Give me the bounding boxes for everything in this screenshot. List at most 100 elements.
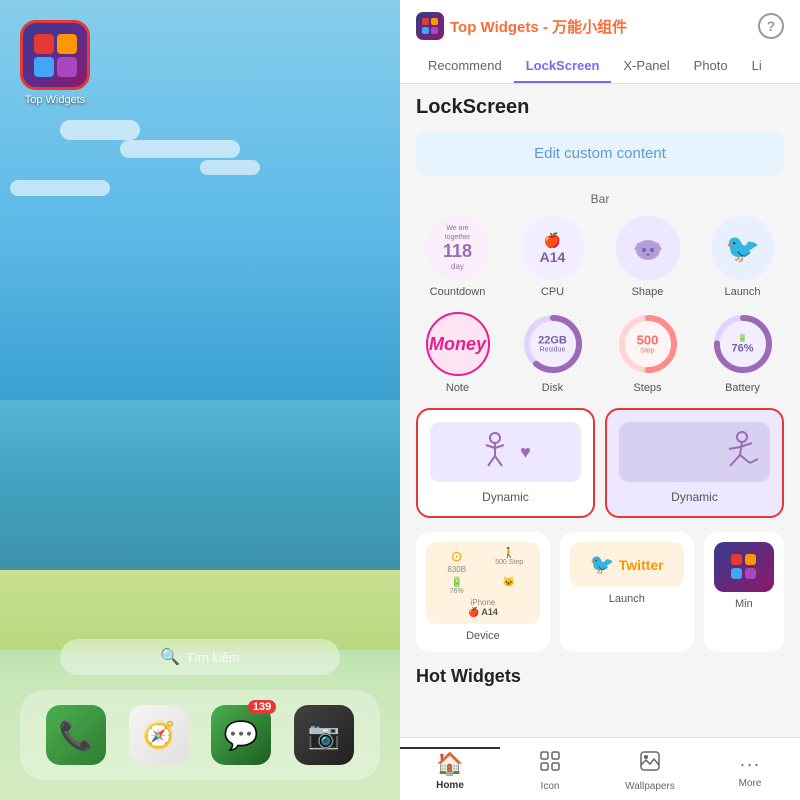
dynamic-label-1: Dynamic: [482, 490, 529, 504]
steps-label: Steps: [633, 382, 661, 394]
search-bar[interactable]: 🔍 Tìm kiếm: [60, 639, 340, 675]
launch-label: Launch: [724, 286, 760, 298]
dock-camera[interactable]: 📷: [294, 705, 354, 765]
widget-note[interactable]: Money Note: [416, 312, 499, 394]
bottom-nav-more[interactable]: ··· More: [700, 750, 800, 793]
app-icon[interactable]: [20, 20, 90, 90]
app-label: Top Widgets: [25, 94, 86, 106]
disk-text: 22GB Residue: [538, 334, 567, 353]
battery-small-icon: 🔋: [450, 577, 462, 588]
cpu-label: CPU: [541, 286, 564, 298]
disk-label: Disk: [542, 382, 563, 394]
widget-launch[interactable]: 🐦 Launch: [701, 216, 784, 298]
tab-recommend[interactable]: Recommend: [416, 50, 514, 83]
app-header: Top Widgets - 万能小组件 ? Recommend LockScre…: [400, 0, 800, 84]
dynamic-inner-1: ♥: [430, 422, 581, 482]
misc-device[interactable]: ⊙ 830B 🚶 500 Step 🔋 76% 🐱: [416, 532, 550, 652]
cloud: [10, 180, 110, 196]
widget-shape[interactable]: Shape: [606, 216, 689, 298]
messages-badge: 139: [248, 700, 276, 714]
misc-launch[interactable]: 🐦 Twitter Launch: [560, 532, 694, 652]
icon-shape-orange: [57, 34, 77, 54]
help-button[interactable]: ?: [758, 13, 784, 39]
shape-circle: [616, 216, 680, 280]
bar-label: Bar: [416, 192, 784, 206]
shape-label: Shape: [632, 286, 664, 298]
launch-widget-inner: 🐦 Twitter: [570, 542, 684, 587]
widget-cpu[interactable]: 🍎 A14 CPU: [511, 216, 594, 298]
cpu-circle: 🍎 A14: [521, 216, 585, 280]
app-name: Top Widgets: [450, 19, 539, 36]
widget-disk[interactable]: 22GB Residue Disk: [511, 312, 594, 394]
dock-messages[interactable]: 💬 139: [211, 705, 271, 765]
widget-battery[interactable]: 🔋 76% Battery: [701, 312, 784, 394]
min-widget-inner: [714, 542, 774, 592]
device-stat-2: 🚶 500 Step: [484, 548, 533, 574]
note-label: Note: [446, 382, 469, 394]
bottom-nav-home[interactable]: 🏠 Home: [400, 747, 500, 795]
bottom-nav-icon[interactable]: Icon: [500, 746, 600, 796]
dynamic-inner-2: [619, 422, 770, 482]
tab-xpanel[interactable]: X-Panel: [611, 50, 681, 83]
tab-li[interactable]: Li: [740, 50, 774, 83]
wallpapers-icon: [639, 750, 661, 778]
home-label: Home: [436, 780, 464, 791]
battery-ring: 🔋 76%: [711, 312, 775, 376]
icon-shape-red: [34, 34, 54, 54]
nav-tabs: Recommend LockScreen X-Panel Photo Li: [416, 50, 784, 83]
bottom-nav-wallpapers[interactable]: Wallpapers: [600, 746, 700, 796]
bottom-nav: 🏠 Home Icon Wallpape: [400, 737, 800, 800]
cloud: [60, 120, 140, 140]
header-title-row: Top Widgets - 万能小组件 ?: [416, 12, 784, 40]
note-text: Money: [429, 334, 486, 355]
steps-text: 500 Step: [637, 333, 659, 354]
section-title: LockScreen: [416, 96, 784, 119]
dynamic-label-2: Dynamic: [671, 490, 718, 504]
twitter-orange-icon: 🐦: [590, 552, 615, 577]
device-iphone: iPhone 🍎 A14: [432, 598, 534, 618]
misc-min[interactable]: Min: [704, 532, 784, 652]
icon-grid-icon: [539, 750, 561, 778]
widget-countdown[interactable]: We are together 118 day Countdown: [416, 216, 499, 298]
main-content[interactable]: LockScreen Edit custom content Bar We ar…: [400, 84, 800, 737]
dock-safari[interactable]: 🧭: [129, 705, 189, 765]
twitter-word: Twitter: [619, 557, 664, 573]
edit-custom-content-button[interactable]: Edit custom content: [416, 131, 784, 176]
run-figure-icon: [724, 431, 760, 473]
steps-ring: 500 Step: [616, 312, 680, 376]
beach-background: [0, 570, 400, 650]
device-widget-inner: ⊙ 830B 🚶 500 Step 🔋 76% 🐱: [426, 542, 540, 624]
widget-row-2: Money Note 22GB Residue Disk: [416, 312, 784, 394]
tab-lockscreen[interactable]: LockScreen: [514, 50, 612, 83]
phone-icon: 📞: [59, 719, 94, 752]
wallpapers-label: Wallpapers: [625, 781, 675, 792]
misc-row: ⊙ 830B 🚶 500 Step 🔋 76% 🐱: [416, 532, 784, 652]
header-separator: -: [543, 19, 552, 36]
dock-phone[interactable]: 📞: [46, 705, 106, 765]
top-widgets-app[interactable]: Top Widgets: [20, 20, 90, 106]
cloud: [120, 140, 240, 158]
logo-mini-svg: [730, 553, 758, 581]
header-title-text: Top Widgets - 万能小组件: [450, 16, 627, 37]
tab-photo[interactable]: Photo: [682, 50, 740, 83]
dynamic-widget-2[interactable]: Dynamic: [605, 408, 784, 518]
dynamic-widget-1[interactable]: ♥ Dynamic: [416, 408, 595, 518]
heart-icon: ♥: [520, 442, 531, 463]
min-label: Min: [735, 598, 753, 610]
app-logo: [416, 12, 444, 40]
widget-steps[interactable]: 500 Step Steps: [606, 312, 689, 394]
messages-icon: 💬: [224, 719, 259, 752]
device-stat-4: 🐱: [484, 577, 533, 595]
note-circle: Money: [426, 312, 490, 376]
countdown-circle: We are together 118 day: [426, 216, 490, 280]
search-text: Tìm kiếm: [186, 650, 239, 665]
grid-svg: [539, 750, 561, 772]
iphone-homescreen: Top Widgets 🔍 Tìm kiếm 📞 🧭 💬 139 📷: [0, 0, 400, 800]
more-icon: ···: [740, 754, 761, 775]
camera-icon: 📷: [308, 720, 340, 751]
header-title: Top Widgets - 万能小组件: [416, 12, 627, 40]
circle-icon: ⊙: [451, 548, 463, 565]
walk-figure-icon: [480, 432, 510, 472]
home-icon: 🏠: [436, 751, 463, 777]
walk-icon: 🚶: [503, 548, 515, 559]
